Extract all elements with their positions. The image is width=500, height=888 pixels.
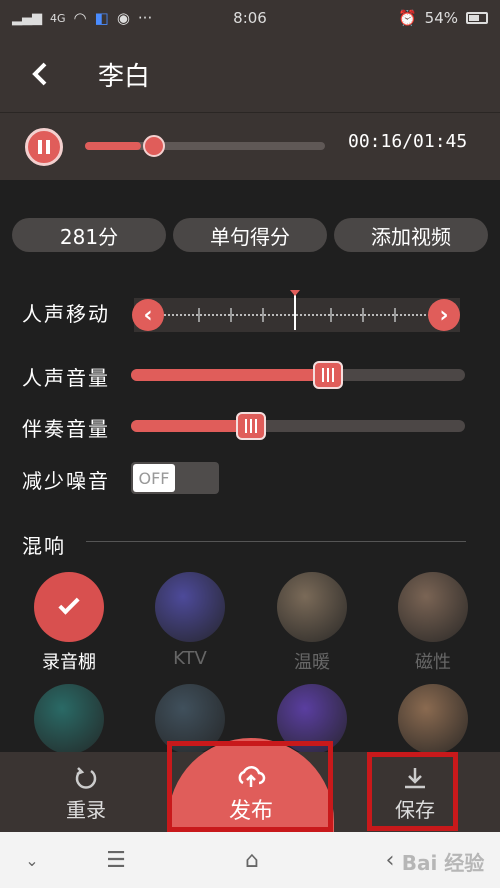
vocal-shift-ruler[interactable] [134,298,460,332]
ruler-tick [198,308,200,322]
ruler-center-marker [290,290,300,296]
reverb-label-magnetic: 磁性 [415,652,451,673]
nav-home-button[interactable]: ⌂ [230,832,274,888]
nav-collapse-button[interactable]: ⌄ [14,832,50,888]
accompaniment-volume-fill [131,420,251,432]
ruler-tick [394,308,396,322]
rerecord-button[interactable]: 重录 [40,760,132,828]
add-video-button[interactable]: 添加视频 [334,218,488,252]
wifi-icon: ◠ [73,9,87,27]
line-score-button[interactable]: 单句得分 [173,218,327,252]
pause-icon [38,140,50,154]
selected-check-icon [34,572,104,642]
grip-icon [322,368,334,382]
reverb-title: 混响 [22,534,66,558]
reverb-preset-studio[interactable] [34,572,104,642]
vocal-volume-fill [131,369,328,381]
chevron-right-icon: › [439,302,449,328]
header: 李白 [0,36,500,112]
alarm-icon: ⏰ [397,9,417,27]
wechat-icon: ◉ [116,9,130,27]
progress-fill [85,142,141,150]
network-label: 4G [50,11,66,25]
progress-thumb[interactable] [143,135,165,157]
ruler-dots [164,314,430,316]
ruler-tick [230,308,232,322]
battery-icon [466,12,488,24]
status-right: ⏰ 54% [398,9,488,27]
refresh-icon [75,766,97,789]
publish-highlight [167,741,333,832]
watermark: Bai 经验 [401,850,485,875]
reverb-preset-warm[interactable] [277,572,347,642]
reverb-label-ktv: KTV [173,648,207,669]
shift-right-button[interactable]: › [428,299,460,331]
shift-left-button[interactable]: ‹ [132,299,164,331]
ruler-center-line [294,294,296,330]
score-chip[interactable]: 281分 [12,218,166,252]
pause-button[interactable] [25,128,63,166]
more-icon: ··· [137,9,153,27]
reverb-preset-magnetic[interactable] [398,572,468,642]
toggle-state: OFF [133,464,175,492]
accompaniment-volume-label: 伴奏音量 [22,417,110,441]
chevron-left-icon [32,62,47,86]
reverb-divider [86,541,466,542]
reverb-preset-8[interactable] [398,684,468,754]
chevron-left-icon: ‹ [143,302,153,328]
page-title: 李白 [98,61,151,92]
noise-reduction-toggle[interactable]: OFF [131,462,219,494]
grip-icon [245,419,257,433]
reverb-label-studio: 录音棚 [42,652,96,673]
back-button[interactable] [0,36,80,112]
reverb-preset-ktv[interactable] [155,572,225,642]
ruler-tick [262,308,264,322]
save-highlight [367,752,458,831]
nav-menu-button[interactable]: ☰ [96,832,136,888]
playback-time: 00:16/01:45 [348,131,468,152]
reverb-label-warm: 温暖 [294,652,330,673]
rerecord-label: 重录 [66,797,106,822]
battery-percent: 54% [424,9,458,27]
signal-icon: ▂▄▆ [12,10,42,26]
reverb-preset-5[interactable] [34,684,104,754]
headset-icon: ◧ [94,9,109,27]
vocal-volume-label: 人声音量 [22,366,110,390]
accompaniment-volume-thumb[interactable] [236,412,266,440]
vocal-volume-thumb[interactable] [313,361,343,389]
ruler-tick [362,308,364,322]
ruler-tick [330,308,332,322]
status-left: ▂▄▆ 4G ◠ ◧ ◉ ··· [12,9,152,27]
status-bar: ▂▄▆ 4G ◠ ◧ ◉ ··· 8:06 ⏰ 54% [0,0,500,36]
noise-reduction-label: 减少噪音 [22,469,110,493]
vocal-shift-label: 人声移动 [22,302,110,326]
